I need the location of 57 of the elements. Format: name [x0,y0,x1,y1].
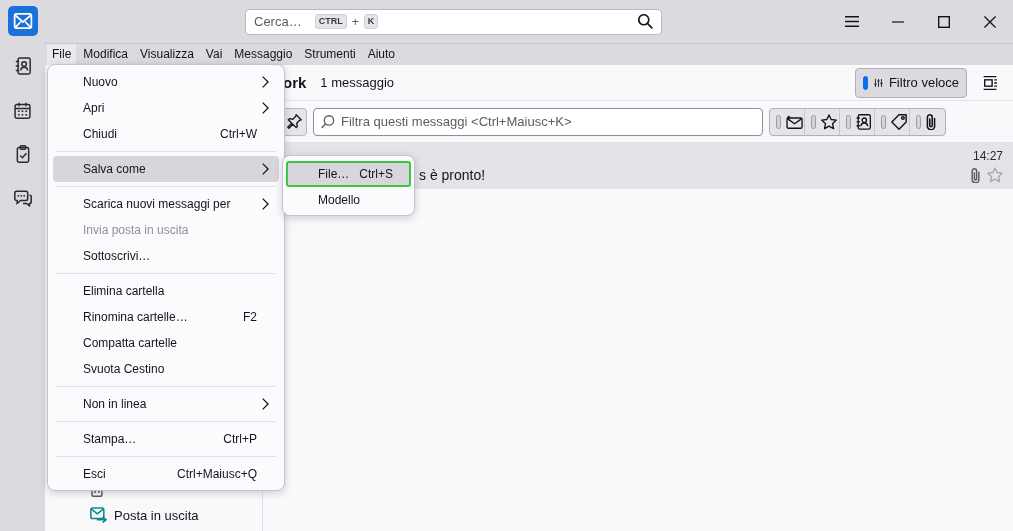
close-icon [984,15,996,28]
menu-bar-item[interactable]: Strumenti [299,44,361,65]
envelope-icon [12,13,33,29]
shortcut-label: Ctrl+S [359,167,394,181]
outbox-icon [90,507,107,523]
shortcut-label: Ctrl+P [223,432,257,446]
search-icon [638,14,653,29]
message-count: 1 messaggio [320,75,395,90]
menu-bar-item[interactable]: Vai [200,44,228,65]
menu-item[interactable]: Scarica nuovi messaggi per [53,191,279,217]
envelope-icon [786,114,803,129]
key-cap: CTRL [314,14,347,29]
menu-item[interactable]: Salva come [53,156,279,182]
message-time: 14:27 [972,149,1003,163]
pin-icon [286,114,302,129]
menu-item[interactable]: Elimina cartella [53,278,279,304]
mail-button[interactable] [7,6,38,36]
menu-item[interactable]: Non in linea [53,391,279,417]
menu-item[interactable]: Svuota Cestino [53,356,279,382]
tag-icon [891,113,907,130]
star-icon[interactable] [987,167,1003,183]
menu-item[interactable]: Stampa… Ctrl+P [53,426,279,452]
search-icon [321,114,335,129]
message-subject: s è pronto! [419,167,487,183]
menu-item[interactable]: File… Ctrl+S [286,161,411,187]
layout-icon [983,75,997,90]
speech-bubbles-icon [13,189,32,207]
menu-bar-item[interactable]: Aiuto [362,44,401,65]
maximize-icon [938,15,950,28]
shortcut-label: Ctrl+W [220,127,257,141]
menu-bar-item[interactable]: File [47,44,77,65]
menu-bar-item[interactable]: Visualizza [135,44,199,65]
menu-icon [845,16,859,27]
calendar-icon [14,101,31,119]
star-icon [821,113,837,130]
menu-item[interactable]: Sottoscrivi… [53,243,279,269]
menu-bar-item[interactable]: Messaggio [229,44,298,65]
address-book-icon [14,57,31,75]
menu-item[interactable]: Nuovo [53,69,279,95]
folder-item[interactable]: Posta in uscita [45,502,262,528]
paperclip-icon [926,113,936,130]
menu-item[interactable]: Modello [286,187,411,213]
filter-field[interactable]: Filtra questi messaggi <Ctrl+Maiusc+K> [313,107,763,136]
clipboard-check-icon [15,145,30,163]
menu-item[interactable]: Apri [53,95,279,121]
search-field[interactable]: Cerca… CTRL + K [245,8,662,35]
shortcut-label: F2 [243,310,257,324]
shortcut-label: Ctrl+Maiusc+Q [176,467,257,481]
menu-bar-item[interactable]: Modifica [78,44,134,65]
quick-filter-button[interactable]: Filtro veloce [855,67,967,98]
minimize-icon [892,20,904,23]
menu-item[interactable]: Compatta cartelle [53,330,279,356]
key-cap: K [363,14,379,29]
menu-item[interactable]: Esci Ctrl+Maiusc+Q [53,461,279,487]
contact-book-icon [856,113,871,130]
plus-sign: + [351,14,359,29]
menu-item[interactable]: Rinomina cartelle… F2 [53,304,279,330]
